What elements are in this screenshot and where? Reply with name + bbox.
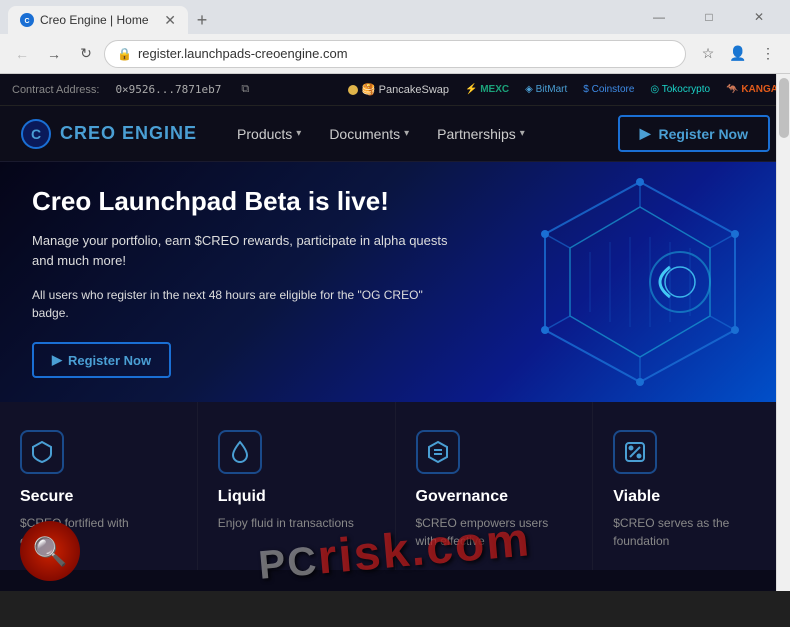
contract-address: 0×9526...7871eb7 bbox=[115, 83, 221, 96]
hero-section: Creo Launchpad Beta is live! Manage your… bbox=[0, 162, 790, 402]
feature-liquid: Liquid Enjoy fluid in transactions bbox=[198, 402, 396, 570]
feature-viable: Viable $CREO serves as the foundation bbox=[593, 402, 790, 570]
address-bar: ← → ↻ 🔒 register.launchpads-creoengine.c… bbox=[0, 34, 790, 74]
hero-3d-graphic bbox=[510, 172, 770, 392]
minimize-btn[interactable]: — bbox=[636, 1, 682, 33]
copy-icon[interactable]: ⧉ bbox=[241, 83, 249, 96]
viable-desc: $CREO serves as the foundation bbox=[613, 514, 770, 550]
governance-desc: $CREO empowers users with effective bbox=[416, 514, 573, 550]
partner-tokocrypto: ◎ Tokocrypto bbox=[650, 84, 710, 95]
products-chevron: ▾ bbox=[296, 128, 301, 139]
hero-title: Creo Launchpad Beta is live! bbox=[32, 186, 452, 217]
hero-register-btn[interactable]: ▶ Register Now bbox=[32, 342, 171, 378]
browser-actions: ☆ 👤 ⋮ bbox=[694, 40, 782, 68]
tab-title: Creo Engine | Home bbox=[40, 13, 154, 27]
browser-chrome: C Creo Engine | Home ✕ + — □ ✕ ← → ↻ 🔒 r… bbox=[0, 0, 790, 74]
partner-kanga: 🦘 KANGA bbox=[726, 84, 778, 95]
mexc-label: ⚡ MEXC bbox=[465, 84, 509, 95]
hero-play-icon: ▶ bbox=[52, 352, 62, 368]
logo-text: CREO ENGINE bbox=[60, 123, 197, 144]
tab-favicon: C bbox=[20, 13, 34, 27]
partner-logos: 🥞 PancakeSwap ⚡ MEXC ◈ BitMart $ Coinsto… bbox=[348, 83, 778, 96]
liquid-icon-container bbox=[218, 430, 262, 474]
svg-text:C: C bbox=[31, 126, 41, 142]
liquid-desc: Enjoy fluid in transactions bbox=[218, 514, 375, 532]
nav-products-label: Products bbox=[237, 126, 292, 142]
nav-partnerships[interactable]: Partnerships ▾ bbox=[437, 126, 525, 142]
new-tab-btn[interactable]: + bbox=[188, 6, 216, 34]
logo[interactable]: C CREO ENGINE bbox=[20, 118, 197, 150]
back-btn[interactable]: ← bbox=[8, 40, 36, 68]
partner-pancakeswap: 🥞 PancakeSwap bbox=[348, 83, 449, 96]
kanga-label: 🦘 KANGA bbox=[726, 84, 778, 95]
partner-bitmart: ◈ BitMart bbox=[525, 84, 567, 95]
nav-bar: C CREO ENGINE Products ▾ Documents ▾ Par… bbox=[0, 106, 790, 162]
menu-btn[interactable]: ⋮ bbox=[754, 40, 782, 68]
hero-content: Creo Launchpad Beta is live! Manage your… bbox=[32, 186, 452, 378]
svg-text:C: C bbox=[24, 18, 29, 25]
nav-documents-label: Documents bbox=[329, 126, 400, 142]
scrollbar[interactable] bbox=[776, 74, 790, 591]
liquid-title: Liquid bbox=[218, 488, 375, 506]
bookmark-btn[interactable]: ☆ bbox=[694, 40, 722, 68]
forward-btn[interactable]: → bbox=[40, 40, 68, 68]
hero-graphic bbox=[510, 172, 770, 392]
close-btn[interactable]: ✕ bbox=[736, 1, 782, 33]
active-tab[interactable]: C Creo Engine | Home ✕ bbox=[8, 6, 188, 34]
url-bar[interactable]: 🔒 register.launchpads-creoengine.com bbox=[104, 40, 686, 68]
nav-documents[interactable]: Documents ▾ bbox=[329, 126, 409, 142]
hero-register-label: Register Now bbox=[68, 353, 151, 368]
feature-secure: Secure $CREO fortified with certificates bbox=[0, 402, 198, 570]
nav-register-btn[interactable]: ▶ Register Now bbox=[618, 115, 770, 152]
viable-title: Viable bbox=[613, 488, 770, 506]
partnerships-chevron: ▾ bbox=[520, 128, 525, 139]
play-icon: ▶ bbox=[640, 125, 651, 142]
refresh-btn[interactable]: ↻ bbox=[72, 40, 100, 68]
percent-icon bbox=[623, 440, 647, 464]
viable-icon-container bbox=[613, 430, 657, 474]
tab-area: C Creo Engine | Home ✕ + bbox=[8, 0, 216, 34]
logo-icon: C bbox=[20, 118, 52, 150]
hero-subtitle: Manage your portfolio, earn $CREO reward… bbox=[32, 231, 452, 270]
features-section: Secure $CREO fortified with certificates… bbox=[0, 402, 790, 570]
feature-governance: Governance $CREO empowers users with eff… bbox=[396, 402, 594, 570]
pancakeswap-icon bbox=[348, 85, 358, 95]
scrollbar-thumb[interactable] bbox=[779, 78, 789, 138]
url-text: register.launchpads-creoengine.com bbox=[138, 46, 348, 61]
hexagon-icon bbox=[426, 440, 450, 464]
maximize-btn[interactable]: □ bbox=[686, 1, 732, 33]
top-bar: Contract Address: 0×9526...7871eb7 ⧉ 🥞 P… bbox=[0, 74, 790, 106]
website-content: Contract Address: 0×9526...7871eb7 ⧉ 🥞 P… bbox=[0, 74, 790, 591]
tokocrypto-label: ◎ Tokocrypto bbox=[650, 84, 710, 95]
secure-icon-container bbox=[20, 430, 64, 474]
profile-btn[interactable]: 👤 bbox=[724, 40, 752, 68]
coinstore-label: $ Coinstore bbox=[583, 84, 634, 95]
contract-label: Contract Address: bbox=[12, 84, 99, 96]
secure-desc: $CREO fortified with certificates bbox=[20, 514, 177, 550]
title-bar: C Creo Engine | Home ✕ + — □ ✕ bbox=[0, 0, 790, 34]
governance-icon-container bbox=[416, 430, 460, 474]
hero-badge-text: All users who register in the next 48 ho… bbox=[32, 286, 452, 322]
tab-close-btn[interactable]: ✕ bbox=[164, 12, 176, 29]
nav-partnerships-label: Partnerships bbox=[437, 126, 516, 142]
nav-items: Products ▾ Documents ▾ Partnerships ▾ bbox=[237, 126, 525, 142]
partner-mexc: ⚡ MEXC bbox=[465, 84, 509, 95]
bitmart-label: ◈ BitMart bbox=[525, 84, 567, 95]
droplet-icon bbox=[228, 440, 252, 464]
secure-title: Secure bbox=[20, 488, 177, 506]
governance-title: Governance bbox=[416, 488, 573, 506]
shield-icon bbox=[30, 440, 54, 464]
partner-coinstore: $ Coinstore bbox=[583, 84, 634, 95]
window-controls: — □ ✕ bbox=[636, 1, 782, 33]
nav-products[interactable]: Products ▾ bbox=[237, 126, 301, 142]
documents-chevron: ▾ bbox=[404, 128, 409, 139]
pancakeswap-label: 🥞 PancakeSwap bbox=[362, 83, 449, 96]
security-icon: 🔒 bbox=[117, 47, 132, 61]
register-btn-label: Register Now bbox=[659, 126, 748, 142]
